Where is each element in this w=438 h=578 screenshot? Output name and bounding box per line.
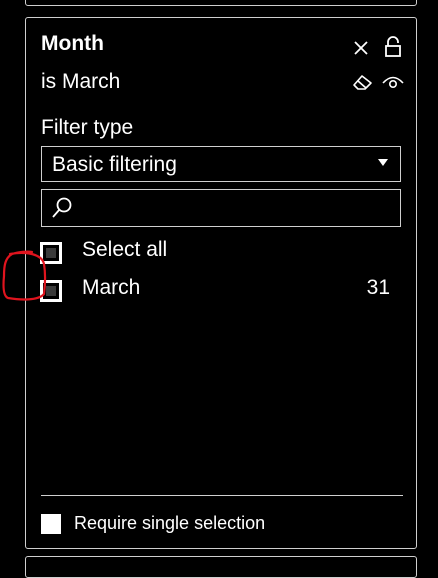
close-icon[interactable] bbox=[353, 40, 369, 61]
checkbox-checked-fill bbox=[46, 286, 56, 296]
select-all-row[interactable]: Select all bbox=[40, 238, 390, 270]
require-single-selection-label: Require single selection bbox=[74, 513, 266, 533]
checkbox-indeterminate-fill bbox=[46, 248, 56, 258]
filter-type-selected-value: Basic filtering bbox=[52, 153, 177, 176]
filter-type-dropdown[interactable]: Basic filtering bbox=[41, 146, 401, 182]
eye-icon[interactable] bbox=[382, 75, 404, 96]
eraser-icon[interactable] bbox=[352, 73, 374, 96]
list-item-count: 31 bbox=[366, 276, 390, 299]
list-item[interactable]: March 31 bbox=[40, 276, 390, 308]
lock-icon[interactable] bbox=[384, 36, 402, 63]
filter-card-title: Month bbox=[41, 32, 104, 55]
search-input[interactable] bbox=[80, 194, 394, 222]
chevron-down-icon bbox=[376, 155, 390, 174]
filter-summary: is March bbox=[41, 70, 121, 93]
march-checkbox[interactable] bbox=[40, 280, 62, 302]
select-all-checkbox[interactable] bbox=[40, 242, 62, 264]
select-all-label: Select all bbox=[82, 238, 168, 261]
list-item-label: March bbox=[82, 276, 141, 299]
footer-divider bbox=[41, 495, 403, 496]
filter-card-month: Month is March Filter type Basic filteri… bbox=[25, 17, 417, 549]
next-filter-card bbox=[25, 556, 417, 578]
filter-type-label: Filter type bbox=[41, 116, 134, 139]
search-icon bbox=[50, 196, 74, 225]
search-box[interactable] bbox=[41, 189, 401, 227]
require-single-selection-checkbox[interactable] bbox=[41, 514, 61, 534]
previous-filter-card bbox=[25, 0, 417, 6]
